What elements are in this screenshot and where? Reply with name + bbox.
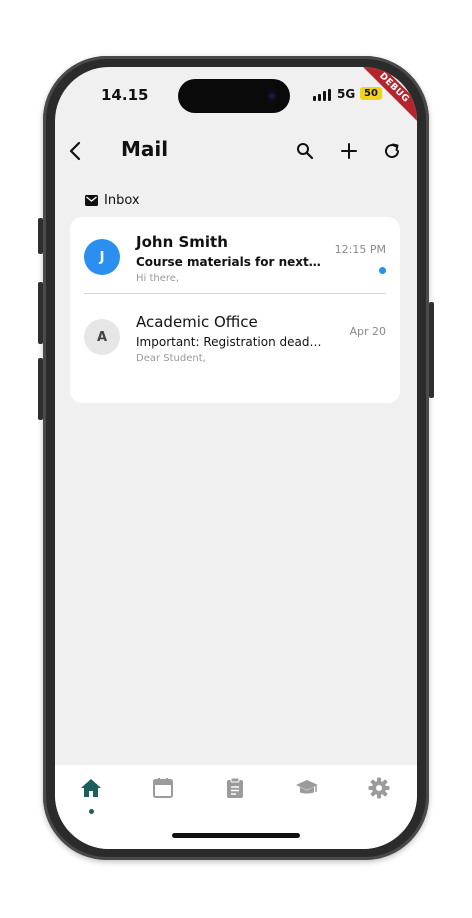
inbox-label: Inbox (104, 192, 140, 208)
mail-date: 12:15 PM (334, 243, 386, 256)
battery-level: 50 (364, 88, 378, 99)
mail-list: J John Smith Course materials for next… … (70, 217, 400, 403)
home-indicator (172, 833, 300, 838)
search-icon (297, 143, 314, 160)
chevron-left-icon (69, 141, 81, 161)
phone-volume-up-button (38, 282, 43, 344)
graduation-cap-icon (296, 780, 318, 794)
mail-sender: Academic Office (136, 313, 258, 331)
app-screen: 14.15 5G 50 DEBUG Mail Inbox J John Smit… (55, 67, 417, 849)
nav-assignments[interactable] (215, 773, 255, 803)
status-bar: 14.15 5G 50 DEBUG (55, 67, 417, 125)
mail-preview: Hi there, (136, 273, 180, 284)
mail-subject: Course materials for next… (136, 255, 321, 269)
page-title: Mail (121, 137, 169, 161)
avatar: A (84, 319, 120, 355)
compose-button[interactable] (334, 136, 364, 166)
active-indicator (89, 809, 94, 814)
phone-power-button (429, 302, 434, 398)
divider (84, 293, 386, 294)
clipboard-icon (227, 777, 243, 798)
mail-icon (85, 194, 98, 206)
unread-indicator (379, 267, 386, 274)
mail-item[interactable]: A Academic Office Important: Registratio… (70, 301, 400, 375)
signal-icon (313, 89, 333, 101)
home-icon (81, 779, 101, 797)
nav-courses[interactable] (287, 773, 327, 803)
back-button[interactable] (61, 136, 91, 166)
phone-action-button (38, 218, 43, 254)
dynamic-island (178, 79, 290, 113)
mail-date: Apr 20 (349, 325, 386, 338)
network-type: 5G (337, 87, 356, 101)
mail-item[interactable]: J John Smith Course materials for next… … (70, 221, 400, 295)
calendar-icon (153, 778, 173, 798)
battery-icon: 50 (360, 87, 382, 100)
mail-subject: Important: Registration deadli… (136, 335, 324, 349)
plus-icon (341, 143, 357, 159)
bottom-navigation (55, 765, 417, 849)
status-time: 14.15 (101, 86, 149, 104)
app-bar: Mail (55, 129, 417, 173)
nav-calendar[interactable] (143, 773, 183, 803)
inbox-header: Inbox (85, 191, 140, 209)
refresh-button[interactable] (377, 136, 407, 166)
refresh-icon (385, 143, 400, 159)
avatar: J (84, 239, 120, 275)
search-button[interactable] (290, 136, 320, 166)
nav-settings[interactable] (359, 773, 399, 803)
phone-volume-down-button (38, 358, 43, 420)
mail-sender: John Smith (136, 233, 228, 251)
camera-icon (266, 90, 278, 102)
nav-home[interactable] (71, 773, 111, 803)
gear-icon (368, 777, 390, 799)
mail-preview: Dear Student, (136, 353, 206, 364)
